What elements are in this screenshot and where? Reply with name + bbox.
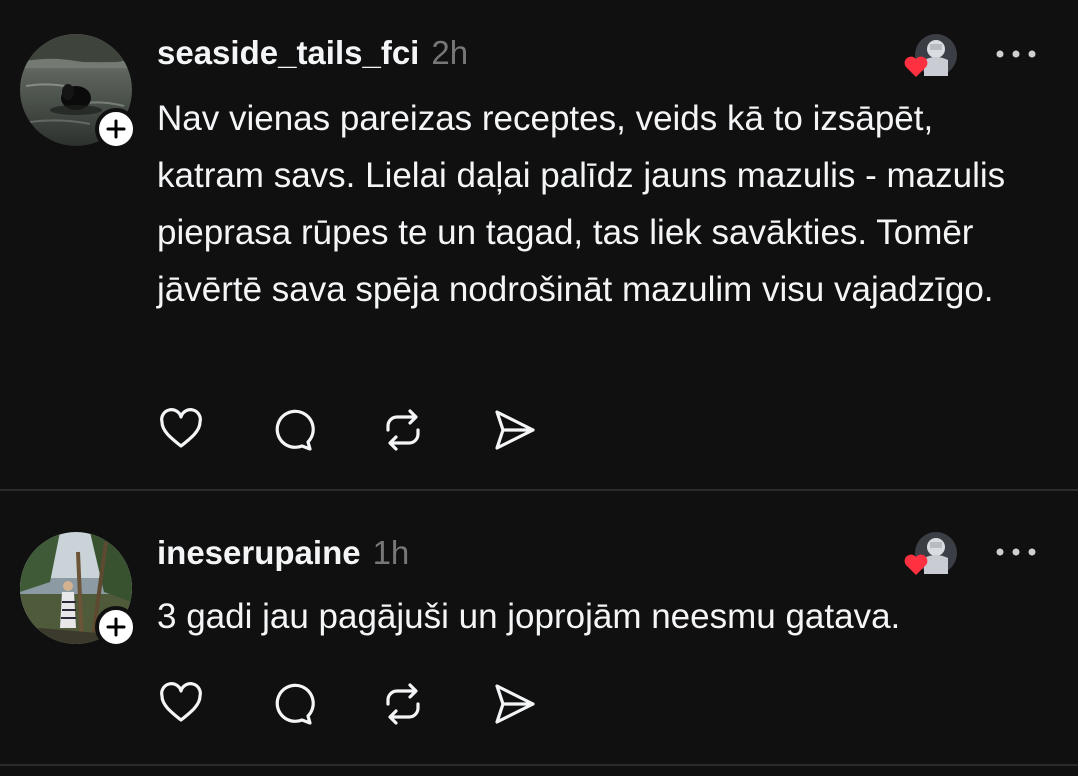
liker-avatar-icon xyxy=(904,34,957,77)
follow-button[interactable] xyxy=(95,606,137,648)
plus-icon xyxy=(106,617,126,637)
post-header: seaside_tails_fci 2h xyxy=(157,34,468,72)
comment-icon[interactable] xyxy=(268,680,316,728)
post-text: Nav vienas pareizas receptes, veids kā t… xyxy=(157,99,1006,309)
follow-button[interactable] xyxy=(95,108,137,150)
share-icon[interactable] xyxy=(490,406,538,454)
more-options-button[interactable] xyxy=(993,44,1039,64)
comment-icon[interactable] xyxy=(268,406,316,454)
more-icon xyxy=(996,50,1036,58)
post-divider xyxy=(0,489,1078,491)
heart-badge-icon xyxy=(904,56,928,77)
heart-icon[interactable] xyxy=(157,406,205,454)
thread-post: ineserupaine 1h 3 gadi jau pagājuši un j… xyxy=(0,492,1078,764)
share-icon[interactable] xyxy=(490,680,538,728)
post-divider xyxy=(0,764,1078,766)
liked-by-author-indicator[interactable] xyxy=(902,34,957,78)
heart-badge-icon xyxy=(904,554,928,575)
repost-icon[interactable] xyxy=(379,680,427,728)
liker-avatar-icon xyxy=(904,532,957,575)
heart-icon[interactable] xyxy=(157,680,205,728)
post-text: 3 gadi jau pagājuši un joprojām neesmu g… xyxy=(157,597,901,636)
username[interactable]: ineserupaine xyxy=(157,534,361,572)
post-time: 2h xyxy=(431,34,469,71)
more-icon xyxy=(996,548,1036,556)
post-time: 1h xyxy=(372,534,410,571)
post-actions xyxy=(157,680,557,728)
post-header: ineserupaine 1h xyxy=(157,534,409,572)
username[interactable]: seaside_tails_fci xyxy=(157,34,419,72)
thread-post: seaside_tails_fci 2h Nav vienas pareizas… xyxy=(0,0,1078,490)
repost-icon[interactable] xyxy=(379,406,427,454)
plus-icon xyxy=(106,119,126,139)
liked-by-author-indicator[interactable] xyxy=(902,532,957,576)
post-actions xyxy=(157,406,557,454)
more-options-button[interactable] xyxy=(993,542,1039,562)
